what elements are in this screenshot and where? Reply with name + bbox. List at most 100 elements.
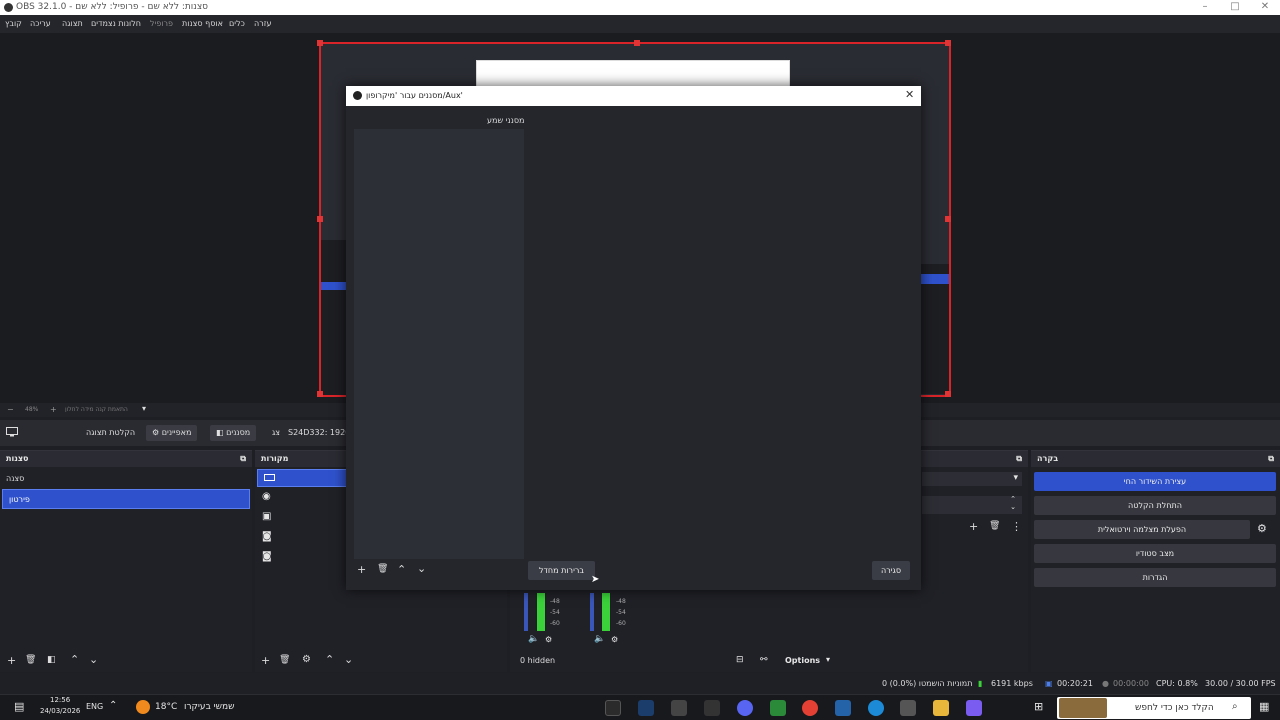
resize-handle[interactable] — [945, 216, 951, 222]
store-icon[interactable] — [900, 700, 916, 716]
close-window-button[interactable]: ✕ — [1250, 0, 1280, 15]
settings-icon[interactable]: ⚙ — [611, 635, 618, 644]
clock-date[interactable]: 24/03/2026 — [40, 707, 80, 715]
filter-icon[interactable]: ◧ — [47, 655, 56, 665]
app-icon[interactable] — [835, 700, 851, 716]
menu-profile[interactable]: פרופיל — [150, 19, 173, 28]
cpu-readout: CPU: 0.8% — [1156, 679, 1198, 688]
chevron-down-icon[interactable]: ▾ — [142, 404, 146, 413]
options-button[interactable]: Options — [785, 656, 820, 665]
menu-file[interactable]: קובץ — [5, 19, 22, 28]
properties-button[interactable]: ⚙ מאפיינים — [146, 425, 198, 441]
zoom-hint[interactable]: התאמת קנה מידה לחלון — [65, 406, 128, 413]
studio-mode-button[interactable]: הקלטת תצוגה — [80, 425, 141, 441]
steam-icon[interactable] — [638, 700, 654, 716]
resize-handle[interactable] — [945, 391, 951, 397]
defaults-button[interactable]: ברירות מחדל — [528, 561, 595, 580]
add-scene-button[interactable]: + — [7, 654, 16, 667]
filters-button[interactable]: ◧ מסננים — [210, 425, 257, 441]
trash-icon[interactable]: 🗑 — [279, 655, 290, 665]
spinner-up-icon[interactable]: ⌃ — [1010, 495, 1016, 503]
gear-icon[interactable]: ⚙ — [302, 654, 311, 665]
stop-streaming-button[interactable]: עצירת השידור החי — [1034, 472, 1276, 491]
notifications-icon[interactable]: ▤ — [14, 700, 24, 713]
move-up-button[interactable]: ⌃ — [70, 653, 79, 666]
add-transition-button[interactable]: + — [969, 520, 978, 533]
chrome-icon[interactable] — [802, 700, 818, 716]
maximize-button[interactable]: □ — [1220, 0, 1250, 15]
weather-label[interactable]: שמשי בעיקרו — [184, 702, 235, 712]
menu-tools[interactable]: כלים — [229, 19, 245, 28]
close-icon[interactable]: ✕ — [905, 88, 914, 101]
move-up-button[interactable]: ⌃ — [397, 563, 406, 576]
duration-spinner[interactable]: ⌃ ⌄ — [922, 495, 1022, 514]
scenes-title: סצנות — [6, 454, 29, 463]
layout-icon[interactable]: ⊟ — [736, 655, 744, 665]
app-icon[interactable] — [770, 700, 786, 716]
temperature[interactable]: 18°C — [155, 702, 177, 712]
search-placeholder: הקלד כאן כדי לחפש — [1135, 703, 1214, 713]
epic-games-icon[interactable] — [704, 700, 720, 716]
undock-icon[interactable]: ⧉ — [1016, 454, 1022, 464]
language-indicator[interactable]: ENG — [86, 702, 103, 711]
link-icon[interactable]: ⚯ — [760, 655, 768, 665]
sources-title: מקורות — [261, 454, 289, 463]
resize-handle[interactable] — [317, 40, 323, 46]
settings-taskbar-icon[interactable] — [671, 700, 687, 716]
db-tick: -60 — [550, 620, 560, 627]
resize-handle[interactable] — [317, 391, 323, 397]
fps-readout: 30.00 / 30.00 FPS — [1205, 679, 1276, 688]
menu-view[interactable]: תצוגה — [62, 19, 83, 28]
chevron-up-icon[interactable]: ⌃ — [109, 700, 117, 711]
speaker-icon[interactable]: 🔈 — [528, 634, 539, 644]
chevron-down-icon: ▾ — [1013, 473, 1018, 483]
hidden-count[interactable]: 0 hidden — [520, 656, 555, 665]
resize-handle[interactable] — [634, 40, 640, 46]
move-down-button[interactable]: ⌄ — [344, 653, 353, 666]
settings-icon[interactable]: ⚙ — [545, 635, 552, 644]
scene-item-selected[interactable]: פירטון — [2, 489, 250, 509]
add-source-button[interactable]: + — [261, 654, 270, 667]
move-up-button[interactable]: ⌃ — [325, 653, 334, 666]
search-icon: ⌕ — [1232, 701, 1238, 712]
more-options-icon[interactable]: ⋮ — [1011, 520, 1022, 533]
move-down-button[interactable]: ⌄ — [89, 653, 98, 666]
copilot-icon[interactable] — [966, 700, 982, 716]
clock-time[interactable]: 12:56 — [50, 696, 70, 704]
resize-handle[interactable] — [317, 216, 323, 222]
trash-icon[interactable]: 🗑 — [25, 655, 36, 665]
resize-handle[interactable] — [945, 40, 951, 46]
windows-start-icon[interactable]: ▦ — [1259, 700, 1269, 713]
undock-icon[interactable]: ⧉ — [240, 454, 246, 464]
folder-icon[interactable] — [933, 700, 949, 716]
trash-icon[interactable]: 🗑 — [377, 564, 388, 574]
virtual-camera-button[interactable]: הפעלת מצלמה וירטואלית — [1034, 520, 1250, 539]
menu-docks[interactable]: חלונות נצמדים — [91, 19, 141, 28]
edge-icon[interactable] — [868, 700, 884, 716]
gear-icon[interactable]: ⚙ — [1257, 522, 1267, 535]
move-down-button[interactable]: ⌄ — [417, 562, 426, 575]
menu-help[interactable]: עזרה — [254, 19, 272, 28]
taskbar: ▤ 12:56 24/03/2026 ENG ⌃ 18°C שמשי בעיקר… — [0, 694, 1280, 720]
menu-scene-collection[interactable]: אוסף סצנות — [182, 19, 223, 28]
close-dialog-button[interactable]: סגירה — [872, 561, 910, 580]
audio-filters-list[interactable] — [354, 129, 524, 559]
menu-edit[interactable]: עריכה — [30, 19, 51, 28]
obs-taskbar-icon[interactable] — [605, 700, 621, 716]
start-recording-button[interactable]: התחלת הקלטה — [1034, 496, 1276, 515]
scene-item[interactable]: סצנה — [0, 469, 252, 489]
zoom-in-button[interactable]: + — [50, 405, 57, 414]
zoom-out-button[interactable]: − — [7, 405, 14, 414]
add-filter-button[interactable]: + — [357, 563, 366, 576]
speaker-icon[interactable]: 🔈 — [594, 634, 605, 644]
transition-select[interactable]: ▾ — [922, 472, 1022, 486]
task-view-icon[interactable]: ⊞ — [1034, 700, 1043, 713]
undock-icon[interactable]: ⧉ — [1268, 454, 1274, 464]
studio-mode-control-button[interactable]: מצב סטודיו — [1034, 544, 1276, 563]
settings-button[interactable]: הגדרות — [1034, 568, 1276, 587]
spinner-down-icon[interactable]: ⌄ — [1010, 503, 1016, 511]
search-box[interactable]: הקלד כאן כדי לחפש ⌕ — [1057, 697, 1251, 719]
trash-icon[interactable]: 🗑 — [989, 521, 1000, 531]
discord-icon[interactable] — [737, 700, 753, 716]
minimize-button[interactable]: – — [1190, 0, 1220, 15]
